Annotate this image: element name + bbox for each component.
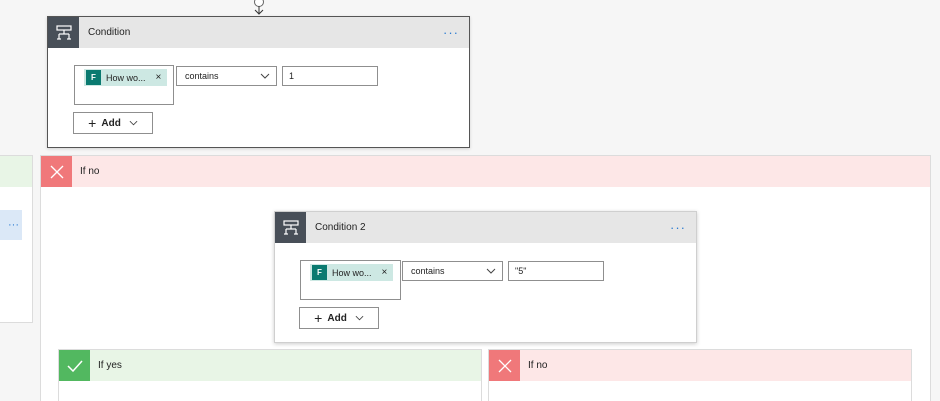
chevron-down-icon	[129, 120, 138, 126]
add-button[interactable]: + Add	[299, 307, 379, 329]
add-label: Add	[327, 312, 347, 324]
if-no-label: If no	[80, 166, 100, 177]
plus-icon: +	[88, 115, 97, 131]
more-options-icon[interactable]: ···	[8, 219, 19, 231]
dynamic-content-token[interactable]: F How wo... ×	[310, 264, 394, 281]
chevron-down-icon	[355, 315, 364, 321]
condition-card: Condition ··· F How wo... × contains 1 +…	[47, 16, 470, 148]
if-yes-label: If yes	[98, 360, 122, 371]
condition-2-left-operand[interactable]: F How wo... ×	[300, 260, 401, 300]
checkmark-icon	[59, 350, 90, 381]
if-no-header[interactable]: If no	[489, 350, 911, 381]
left-branch-partial-header	[0, 156, 32, 187]
if-no-header[interactable]: If no	[41, 156, 930, 187]
condition-value: 1	[289, 71, 295, 81]
operator-value: contains	[411, 266, 445, 276]
add-label: Add	[101, 117, 121, 129]
condition-2-title: Condition 2	[315, 222, 366, 233]
more-options-icon[interactable]: ···	[670, 221, 686, 234]
if-yes-header[interactable]: If yes	[59, 350, 481, 381]
if-yes-branch: If yes	[58, 349, 482, 401]
condition-value-input[interactable]: "5"	[508, 261, 604, 281]
condition-header[interactable]: Condition ···	[48, 17, 469, 48]
left-branch-partial: ···	[0, 155, 33, 323]
condition-icon	[275, 212, 306, 243]
token-remove-icon[interactable]: ×	[382, 267, 388, 278]
condition-2-header[interactable]: Condition 2 ···	[275, 212, 696, 243]
condition-left-operand[interactable]: F How wo... ×	[74, 65, 174, 105]
condition-value-input[interactable]: 1	[282, 66, 378, 86]
chevron-down-icon	[260, 73, 270, 79]
token-label: How wo...	[332, 267, 372, 278]
dynamic-content-token[interactable]: F How wo... ×	[84, 69, 168, 86]
token-label: How wo...	[106, 72, 146, 83]
operator-value: contains	[185, 71, 219, 81]
close-icon	[41, 156, 72, 187]
microsoft-forms-icon: F	[312, 265, 327, 280]
add-button[interactable]: + Add	[73, 112, 153, 134]
condition-2-card: Condition 2 ··· F How wo... × contains "…	[274, 211, 697, 343]
more-options-icon[interactable]: ···	[443, 26, 459, 39]
if-no-branch-2: If no	[488, 349, 912, 401]
close-icon	[489, 350, 520, 381]
chevron-down-icon	[486, 268, 496, 274]
condition-title: Condition	[88, 27, 131, 38]
left-partial-action-header: ···	[0, 210, 22, 240]
token-remove-icon[interactable]: ×	[156, 72, 162, 83]
plus-icon: +	[314, 310, 323, 326]
operator-select[interactable]: contains	[402, 261, 503, 281]
microsoft-forms-icon: F	[86, 70, 101, 85]
if-no-label: If no	[528, 360, 548, 371]
operator-select[interactable]: contains	[176, 66, 277, 86]
condition-icon	[48, 17, 79, 48]
condition-value: "5"	[515, 266, 527, 276]
arrow-down-icon	[254, 0, 264, 15]
